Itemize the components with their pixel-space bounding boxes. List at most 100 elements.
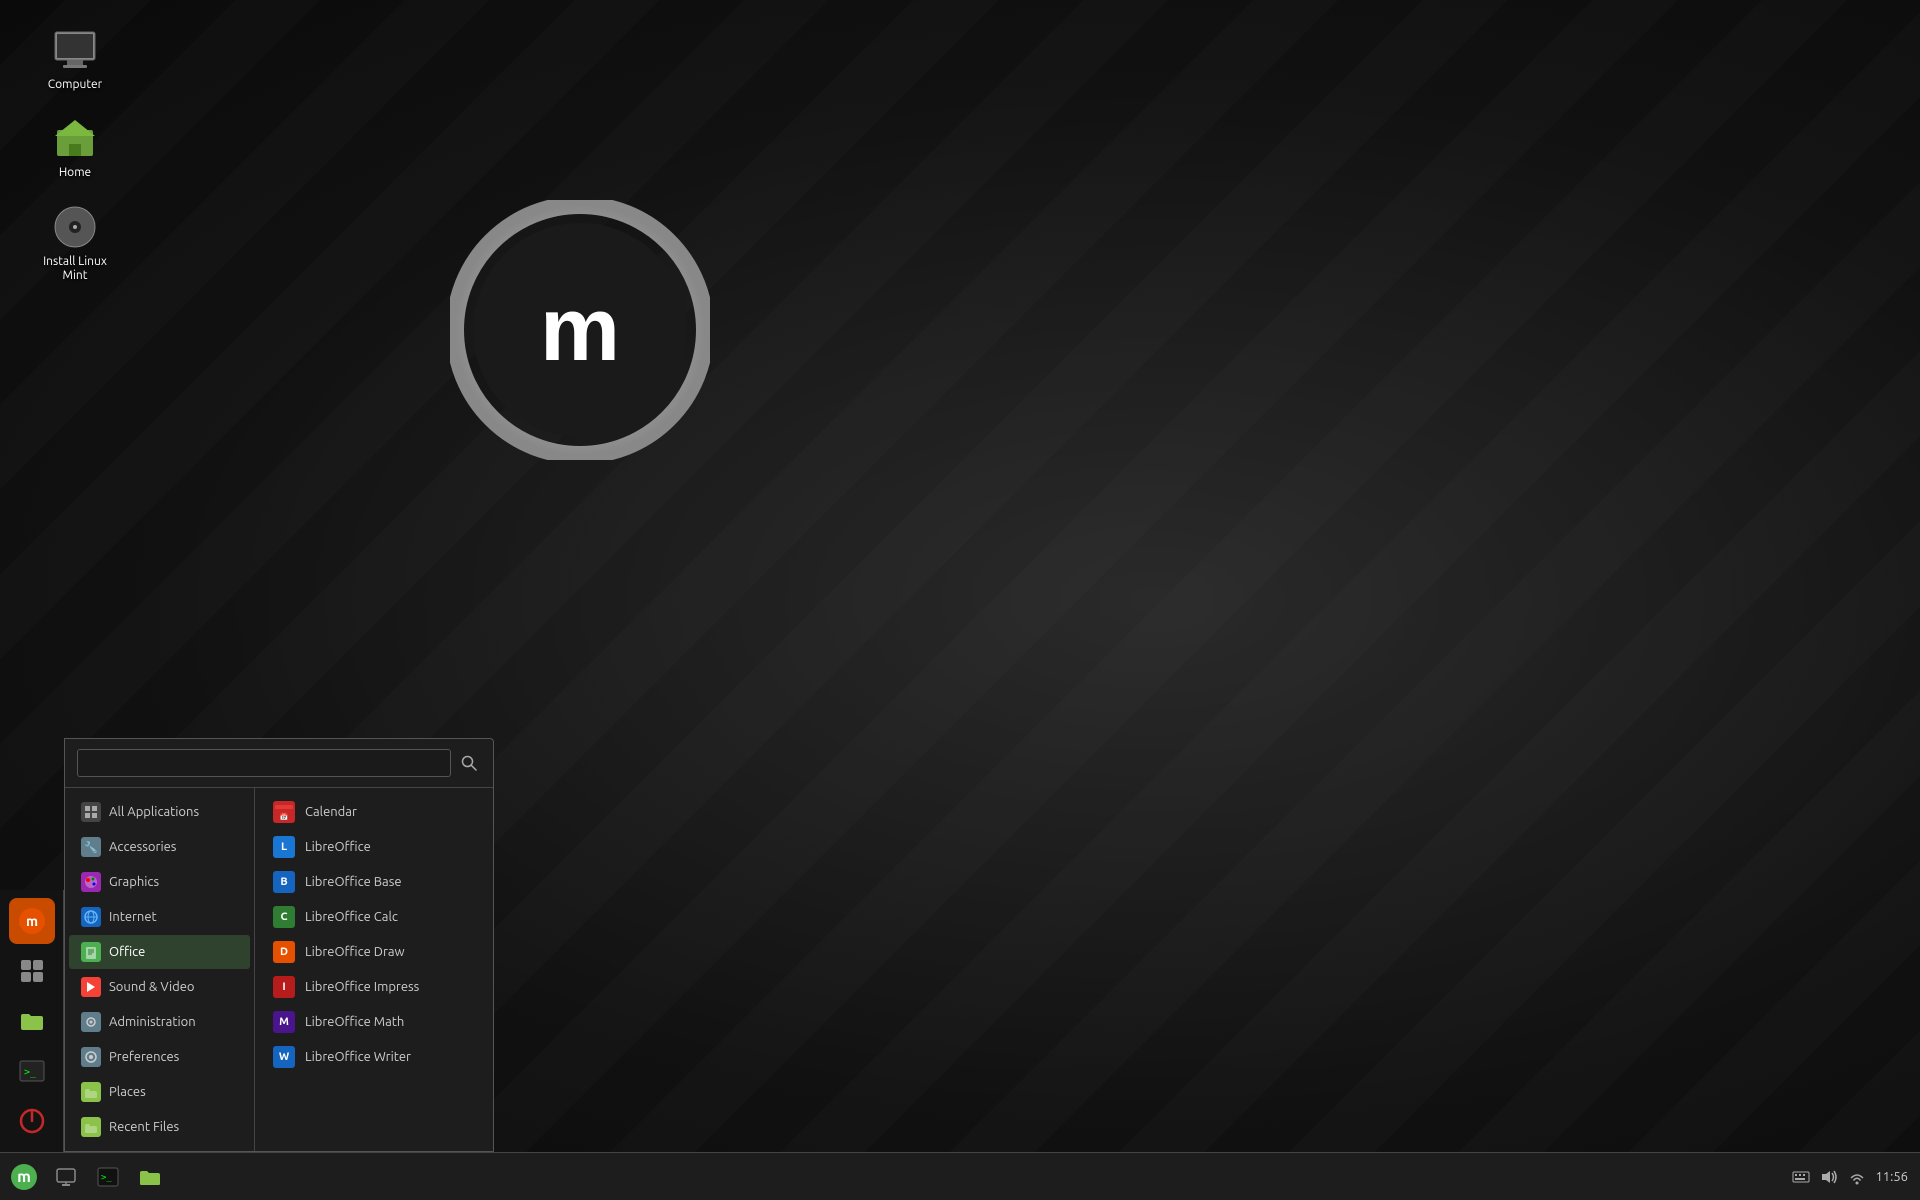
network-tray-icon[interactable] (1847, 1167, 1867, 1187)
libreoffice-calc-label: LibreOffice Calc (305, 910, 398, 924)
places-label: Places (109, 1085, 146, 1099)
panel-files-btn[interactable] (9, 998, 55, 1044)
computer-icon (53, 28, 97, 72)
libreoffice-base-label: LibreOffice Base (305, 875, 402, 889)
mint-logo: m (450, 200, 710, 460)
administration-icon (81, 1012, 101, 1032)
preferences-label: Preferences (109, 1050, 179, 1064)
svg-text:🔧: 🔧 (84, 840, 98, 854)
taskbar-mint-icon: m (10, 1163, 38, 1191)
places-icon (81, 1082, 101, 1102)
app-libreoffice-math[interactable]: M LibreOffice Math (259, 1005, 489, 1039)
category-administration[interactable]: Administration (69, 1005, 250, 1039)
desktop-icon-computer[interactable]: Computer (30, 20, 120, 98)
svg-text:m: m (25, 913, 37, 929)
all-apps-label: All Applications (109, 805, 199, 819)
category-graphics[interactable]: Graphics (69, 865, 250, 899)
panel-power-btn[interactable] (9, 1098, 55, 1144)
taskbar-right: 11:56 (1779, 1167, 1920, 1187)
install-icon (53, 205, 97, 249)
office-icon (81, 942, 101, 962)
libreoffice-draw-label: LibreOffice Draw (305, 945, 405, 959)
app-libreoffice-draw[interactable]: D LibreOffice Draw (259, 935, 489, 969)
taskbar-mintmenu-btn[interactable]: m (4, 1157, 44, 1197)
sound-video-icon (81, 977, 101, 997)
libreoffice-impress-label: LibreOffice Impress (305, 980, 419, 994)
menu-categories: All Applications 🔧 Accessories Graphics (65, 788, 255, 1151)
power-icon (19, 1108, 45, 1134)
internet-label: Internet (109, 910, 157, 924)
desktop-icons: Computer Home Install Linu (30, 20, 120, 290)
recent-files-icon (81, 1117, 101, 1137)
libreoffice-math-label: LibreOffice Math (305, 1015, 404, 1029)
category-places[interactable]: Places (69, 1075, 250, 1109)
office-label: Office (109, 945, 145, 959)
home-label: Home (59, 166, 91, 180)
taskbar-terminal-btn[interactable]: >_ (88, 1157, 128, 1197)
category-preferences[interactable]: Preferences (69, 1040, 250, 1074)
taskbar-left: m >_ (0, 1157, 174, 1197)
svg-text:m: m (17, 1168, 31, 1186)
volume-tray-icon[interactable] (1819, 1167, 1839, 1187)
menu-container: All Applications 🔧 Accessories Graphics (64, 738, 494, 1152)
taskbar-showdesktop-btn[interactable] (46, 1157, 86, 1197)
folder-icon (19, 1008, 45, 1034)
libreoffice-draw-icon: D (273, 941, 295, 963)
volume-icon (1820, 1168, 1838, 1186)
libreoffice-writer-label: LibreOffice Writer (305, 1050, 411, 1064)
category-all[interactable]: All Applications (69, 795, 250, 829)
panel-apps-btn[interactable] (9, 948, 55, 994)
home-icon (53, 116, 97, 160)
app-libreoffice[interactable]: L LibreOffice (259, 830, 489, 864)
category-accessories[interactable]: 🔧 Accessories (69, 830, 250, 864)
panel-mintmenu-btn[interactable]: m (9, 898, 55, 944)
keyboard-icon (1792, 1168, 1810, 1186)
svg-text:m: m (540, 280, 620, 380)
taskbar: m >_ (0, 1152, 1920, 1200)
svg-text:>_: >_ (24, 1067, 37, 1078)
category-office[interactable]: Office (69, 935, 250, 969)
recent-files-label: Recent Files (109, 1120, 179, 1134)
menu-apps: 📅 Calendar L LibreOffice B LibreOf (255, 788, 493, 1151)
search-input[interactable] (77, 749, 451, 777)
libreoffice-math-icon: M (273, 1011, 295, 1033)
mintmenu-icon: m (18, 907, 46, 935)
app-libreoffice-impress[interactable]: I LibreOffice Impress (259, 970, 489, 1004)
desktop: m Computer (0, 0, 1920, 1200)
libreoffice-writer-icon: W (273, 1046, 295, 1068)
terminal-icon: >_ (19, 1058, 45, 1084)
app-libreoffice-writer[interactable]: W LibreOffice Writer (259, 1040, 489, 1074)
category-sound-video[interactable]: Sound & Video (69, 970, 250, 1004)
category-internet[interactable]: Internet (69, 900, 250, 934)
keyboard-tray-icon[interactable] (1791, 1167, 1811, 1187)
apps-icon (19, 958, 45, 984)
libreoffice-label: LibreOffice (305, 840, 371, 854)
libreoffice-icon: L (273, 836, 295, 858)
taskbar-showdesktop-icon (55, 1166, 77, 1188)
install-label: Install Linux Mint (36, 255, 114, 284)
desktop-icon-install[interactable]: Install Linux Mint (30, 197, 120, 290)
desktop-icon-home[interactable]: Home (30, 108, 120, 186)
app-calendar[interactable]: 📅 Calendar (259, 795, 489, 829)
accessories-label: Accessories (109, 840, 176, 854)
category-recent-files[interactable]: Recent Files (69, 1110, 250, 1144)
taskbar-terminal-icon: >_ (97, 1166, 119, 1188)
libreoffice-impress-icon: I (273, 976, 295, 998)
calendar-icon: 📅 (273, 801, 295, 823)
internet-icon (81, 907, 101, 927)
taskbar-files-btn[interactable] (130, 1157, 170, 1197)
left-panel: m >_ (0, 890, 64, 1152)
app-libreoffice-base[interactable]: B LibreOffice Base (259, 865, 489, 899)
calendar-label: Calendar (305, 805, 357, 819)
libreoffice-base-icon: B (273, 871, 295, 893)
taskbar-folder-icon (139, 1166, 161, 1188)
panel-terminal-btn[interactable]: >_ (9, 1048, 55, 1094)
taskbar-clock: 11:56 (1875, 1170, 1908, 1184)
sound-video-label: Sound & Video (109, 980, 195, 994)
search-icon[interactable] (457, 751, 481, 775)
svg-text:📅: 📅 (280, 812, 289, 821)
all-apps-icon (81, 802, 101, 822)
svg-text:>_: >_ (101, 1173, 112, 1183)
app-libreoffice-calc[interactable]: C LibreOffice Calc (259, 900, 489, 934)
network-icon (1848, 1168, 1866, 1186)
